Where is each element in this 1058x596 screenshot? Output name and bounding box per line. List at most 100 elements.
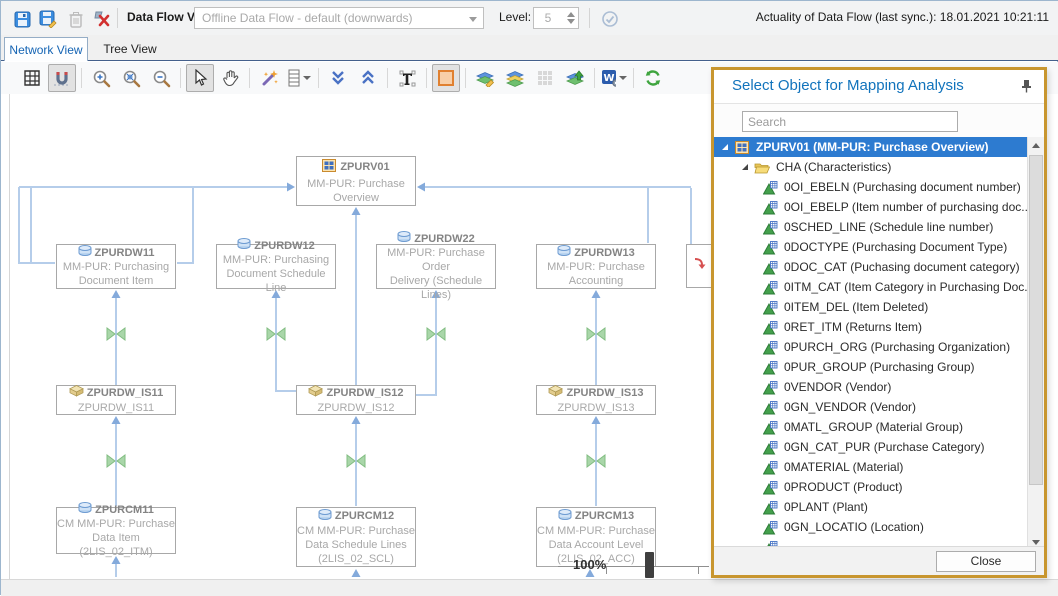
node-zpurv01[interactable]: ZPURV01MM-PUR: PurchaseOverview	[296, 156, 416, 206]
zoom-slider-handle[interactable]	[645, 552, 654, 578]
zoom-fit-icon[interactable]	[117, 64, 145, 92]
chevron-down-icon	[469, 17, 477, 22]
folder-open-icon	[754, 159, 770, 175]
dso-icon	[78, 502, 92, 517]
expander-icon[interactable]	[742, 164, 748, 170]
tree-item-0ret_itm[interactable]: 0RET_ITM (Returns Item)	[714, 317, 1044, 337]
node-partial[interactable]	[686, 244, 713, 288]
tree-item-0plant[interactable]: 0PLANT (Plant)	[714, 497, 1044, 517]
scroll-up-icon[interactable]	[1028, 137, 1044, 153]
sync-status-icon[interactable]	[597, 6, 623, 32]
pan-hand-icon[interactable]	[216, 64, 244, 92]
layers-icon[interactable]	[501, 64, 529, 92]
layers-edit-icon[interactable]	[471, 64, 499, 92]
tree-item-0sched_line[interactable]: 0SCHED_LINE (Schedule line number)	[714, 217, 1044, 237]
node-zpurdw22[interactable]: ZPURDW22MM-PUR: Purchase OrderDelivery (…	[376, 244, 496, 289]
node-zpurdw_is13[interactable]: ZPURDW_IS13ZPURDW_IS13	[536, 385, 656, 415]
tree-item-0itm_cat[interactable]: 0ITM_CAT (Item Category in Purchasing Do…	[714, 277, 1044, 297]
data-flow-selector[interactable]: Offline Data Flow - default (downwards)	[194, 7, 484, 29]
tree-item-zpurv01[interactable]: ZPURV01 (MM-PUR: Purchase Overview)	[714, 137, 1035, 157]
tree-item-0doctype[interactable]: 0DOCTYPE (Purchasing Document Type)	[714, 237, 1044, 257]
tree-item-0gn_cat_pur[interactable]: 0GN_CAT_PUR (Purchase Category)	[714, 437, 1044, 457]
node-zpurcm11[interactable]: ZPURCM11CM MM-PUR: PurchaseData Item (2L…	[56, 507, 176, 554]
tree-item-0matl_group[interactable]: 0MATL_GROUP (Material Group)	[714, 417, 1044, 437]
tree-item-0gn_locatio[interactable]: 0GN_LOCATIO (Location)	[714, 517, 1044, 537]
characteristic-icon	[762, 379, 778, 395]
tree-item-0doc_cat[interactable]: 0DOC_CAT (Puchasing document category)	[714, 257, 1044, 277]
save-icon[interactable]	[9, 6, 35, 32]
characteristic-icon	[762, 259, 778, 275]
tree-item-label: 0SCHED_LINE (Schedule line number)	[784, 220, 993, 234]
node-description: Overview	[333, 191, 379, 205]
scrollbar-thumb[interactable]	[1029, 155, 1043, 485]
layout-columns-icon[interactable]	[285, 64, 313, 92]
grid-icon[interactable]	[18, 64, 46, 92]
stepper-down-icon[interactable]	[567, 19, 575, 24]
pin-icon[interactable]	[1020, 79, 1034, 93]
node-zpurdw11[interactable]: ZPURDW11MM-PUR: PurchasingDocument Item	[56, 244, 176, 289]
expander-icon[interactable]	[722, 144, 728, 150]
trash-icon[interactable]	[63, 6, 89, 32]
snap-magnet-icon[interactable]	[48, 64, 76, 92]
toolbar-separator	[633, 68, 634, 88]
expand-all-icon[interactable]	[324, 64, 352, 92]
remove-flow-icon[interactable]	[89, 6, 115, 32]
zoom-out-icon[interactable]	[147, 64, 175, 92]
tree-item-0oi_ebelp[interactable]: 0OI_EBELP (Item number of purchasing doc…	[714, 197, 1044, 217]
characteristic-icon	[762, 299, 778, 315]
zoom-in-icon[interactable]	[87, 64, 115, 92]
node-zpurdw_is11[interactable]: ZPURDW_IS11ZPURDW_IS11	[56, 385, 176, 415]
frame-highlight-icon[interactable]	[432, 64, 460, 92]
stepper-up-icon[interactable]	[567, 12, 575, 17]
node-title: ZPURDW12	[237, 238, 315, 253]
select-cursor-icon[interactable]	[186, 64, 214, 92]
tree-item-0gn_vendor[interactable]: 0GN_VENDOR (Vendor)	[714, 397, 1044, 417]
tree-item-label: CHA (Characteristics)	[776, 160, 891, 174]
node-title: ZPURDW_IS13	[548, 385, 643, 401]
node-description: CM MM-PUR: Purchase	[297, 524, 415, 538]
refresh-icon[interactable]	[639, 64, 667, 92]
tree-item-label: 0GN_LOCATIO (Location)	[784, 520, 924, 534]
node-zpurcm12[interactable]: ZPURCM12CM MM-PUR: PurchaseData Schedule…	[296, 507, 416, 567]
tree-item-label: 0DOCTYPE (Purchasing Document Type)	[784, 240, 1007, 254]
tree-item-0item_del[interactable]: 0ITEM_DEL (Item Deleted)	[714, 297, 1044, 317]
panel-title: Select Object for Mapping Analysis	[732, 77, 964, 94]
export-image-icon[interactable]	[561, 64, 589, 92]
tree-scrollbar[interactable]	[1027, 137, 1044, 550]
text-tool-icon[interactable]	[393, 64, 421, 92]
tree-item-label: 0PLANT (Plant)	[784, 500, 868, 514]
tree-item-0oi_ebeln[interactable]: 0OI_EBELN (Purchasing document number)	[714, 177, 1044, 197]
collapse-all-icon[interactable]	[354, 64, 382, 92]
node-description: Data Item (2LIS_02_ITM)	[57, 531, 175, 559]
tree-item-label: ZPURV01 (MM-PUR: Purchase Overview)	[756, 140, 989, 154]
tab-network-view[interactable]: Network View	[4, 37, 88, 61]
node-description: ZPURDW_IS13	[557, 401, 634, 415]
tree-item-0material[interactable]: 0MATERIAL (Material)	[714, 457, 1044, 477]
grid-dots-icon[interactable]	[531, 64, 559, 92]
save-as-icon[interactable]	[35, 6, 61, 32]
tree-item-0pur_group[interactable]: 0PUR_GROUP (Purchasing Group)	[714, 357, 1044, 377]
node-description: ZPURDW_IS11	[78, 401, 154, 415]
tab-tree-view[interactable]: Tree View	[88, 37, 172, 61]
tree-item-label: 0MATERIAL (Material)	[784, 460, 903, 474]
tree-item-label: 0ITEM_DEL (Item Deleted)	[784, 300, 928, 314]
node-zpurdw_is12[interactable]: ZPURDW_IS12ZPURDW_IS12	[296, 385, 416, 415]
tree-item-label: 0VENDOR (Vendor)	[784, 380, 891, 394]
dso-icon	[558, 509, 572, 524]
close-button[interactable]: Close	[936, 551, 1036, 572]
search-input[interactable]	[742, 111, 958, 132]
level-stepper[interactable]: 5	[533, 7, 579, 29]
chevron-down-icon	[303, 76, 311, 80]
node-zpurdw13[interactable]: ZPURDW13MM-PUR: PurchaseAccounting	[536, 244, 656, 289]
tree-item-0purch_org[interactable]: 0PURCH_ORG (Purchasing Organization)	[714, 337, 1044, 357]
magic-wand-icon[interactable]	[255, 64, 283, 92]
tree-item-0vendor[interactable]: 0VENDOR (Vendor)	[714, 377, 1044, 397]
characteristic-icon	[762, 279, 778, 295]
node-zpurdw12[interactable]: ZPURDW12MM-PUR: PurchasingDocument Sched…	[216, 244, 336, 289]
node-description: (2LIS_02_SCL)	[318, 552, 394, 566]
tree-item-cha[interactable]: CHA (Characteristics)	[714, 157, 1044, 177]
tree-item-0product[interactable]: 0PRODUCT (Product)	[714, 477, 1044, 497]
node-title: ZPURDW22	[397, 231, 475, 246]
characteristic-icon	[762, 199, 778, 215]
word-export-icon[interactable]: W	[600, 64, 628, 92]
